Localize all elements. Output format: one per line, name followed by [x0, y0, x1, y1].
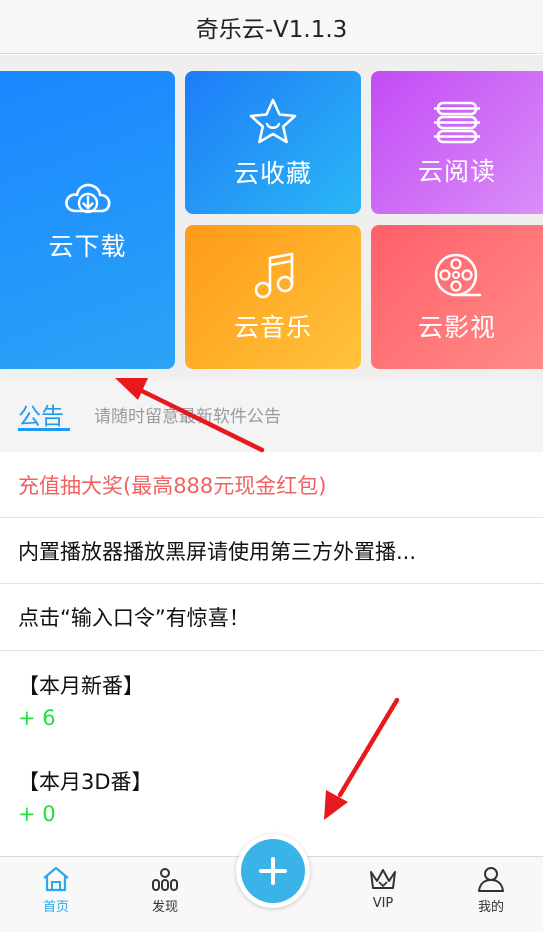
crown-icon — [370, 869, 396, 889]
tile-cloud-movie-label: 云影视 — [417, 313, 496, 342]
discover-icon — [152, 868, 178, 891]
tile-cloud-download[interactable]: 云下载 — [0, 71, 175, 369]
nav-home-label: 首页 — [42, 900, 69, 915]
nav-discover[interactable]: 发现 — [125, 865, 205, 915]
annotation-arrow-2 — [324, 697, 400, 820]
tab-notice[interactable]: 公告 — [18, 397, 64, 431]
monthly-3d-block[interactable]: 【本月3D番】 + 0 — [18, 766, 153, 826]
nav-vip[interactable]: VIP — [343, 865, 423, 911]
cloud-download-icon — [64, 183, 110, 214]
tile-cloud-collect-label: 云收藏 — [233, 158, 312, 188]
home-icon — [43, 866, 69, 892]
plus-icon — [259, 857, 287, 885]
announcement-list: 充值抽大奖(最高888元现金红包) 内置播放器播放黑屏请使用第三方外置播... … — [0, 452, 543, 650]
film-reel-icon — [434, 253, 482, 297]
star-icon — [249, 98, 297, 143]
user-icon — [478, 867, 504, 892]
divider — [0, 650, 543, 651]
monthly-new-count: + 6 — [18, 706, 56, 730]
tile-cloud-download-label: 云下载 — [48, 232, 127, 261]
feature-grid: 云下载 云收藏 云阅读 云音乐 云影视 — [0, 55, 543, 380]
add-button-inner — [241, 839, 305, 903]
app-title: 奇乐云-V1.1.3 — [195, 16, 348, 43]
notice-hint: 请随时留意最新软件公告 — [94, 407, 281, 427]
tile-cloud-movie[interactable]: 云影视 — [371, 225, 543, 369]
tile-cloud-read-label: 云阅读 — [417, 156, 496, 186]
nav-mine[interactable]: 我的 — [451, 865, 531, 915]
notice-header: 公告 请随时留意最新软件公告 — [0, 380, 543, 452]
list-item[interactable]: 充值抽大奖(最高888元现金红包) — [0, 452, 543, 518]
nav-home[interactable]: 首页 — [16, 865, 96, 915]
list-item[interactable]: 内置播放器播放黑屏请使用第三方外置播... — [0, 518, 543, 584]
monthly-3d-count: + 0 — [18, 802, 56, 826]
monthly-3d-title: 【本月3D番】 — [18, 770, 153, 794]
monthly-new-title: 【本月新番】 — [18, 674, 144, 698]
nav-vip-label: VIP — [372, 896, 394, 911]
tab-notice-underline — [18, 428, 70, 431]
tile-cloud-read[interactable]: 云阅读 — [371, 71, 543, 214]
music-note-icon — [254, 252, 294, 299]
tile-cloud-collect[interactable]: 云收藏 — [185, 71, 361, 214]
add-button[interactable] — [236, 834, 310, 908]
tile-cloud-music-label: 云音乐 — [233, 313, 312, 342]
title-bar: 奇乐云-V1.1.3 — [0, 0, 543, 54]
monthly-new-block[interactable]: 【本月新番】 + 6 — [18, 670, 144, 730]
list-item[interactable]: 点击“输入口令”有惊喜！ — [0, 584, 543, 650]
tile-cloud-music[interactable]: 云音乐 — [185, 225, 361, 369]
nav-discover-label: 发现 — [151, 900, 178, 915]
nav-mine-label: 我的 — [477, 900, 504, 915]
book-stack-icon — [434, 101, 480, 143]
